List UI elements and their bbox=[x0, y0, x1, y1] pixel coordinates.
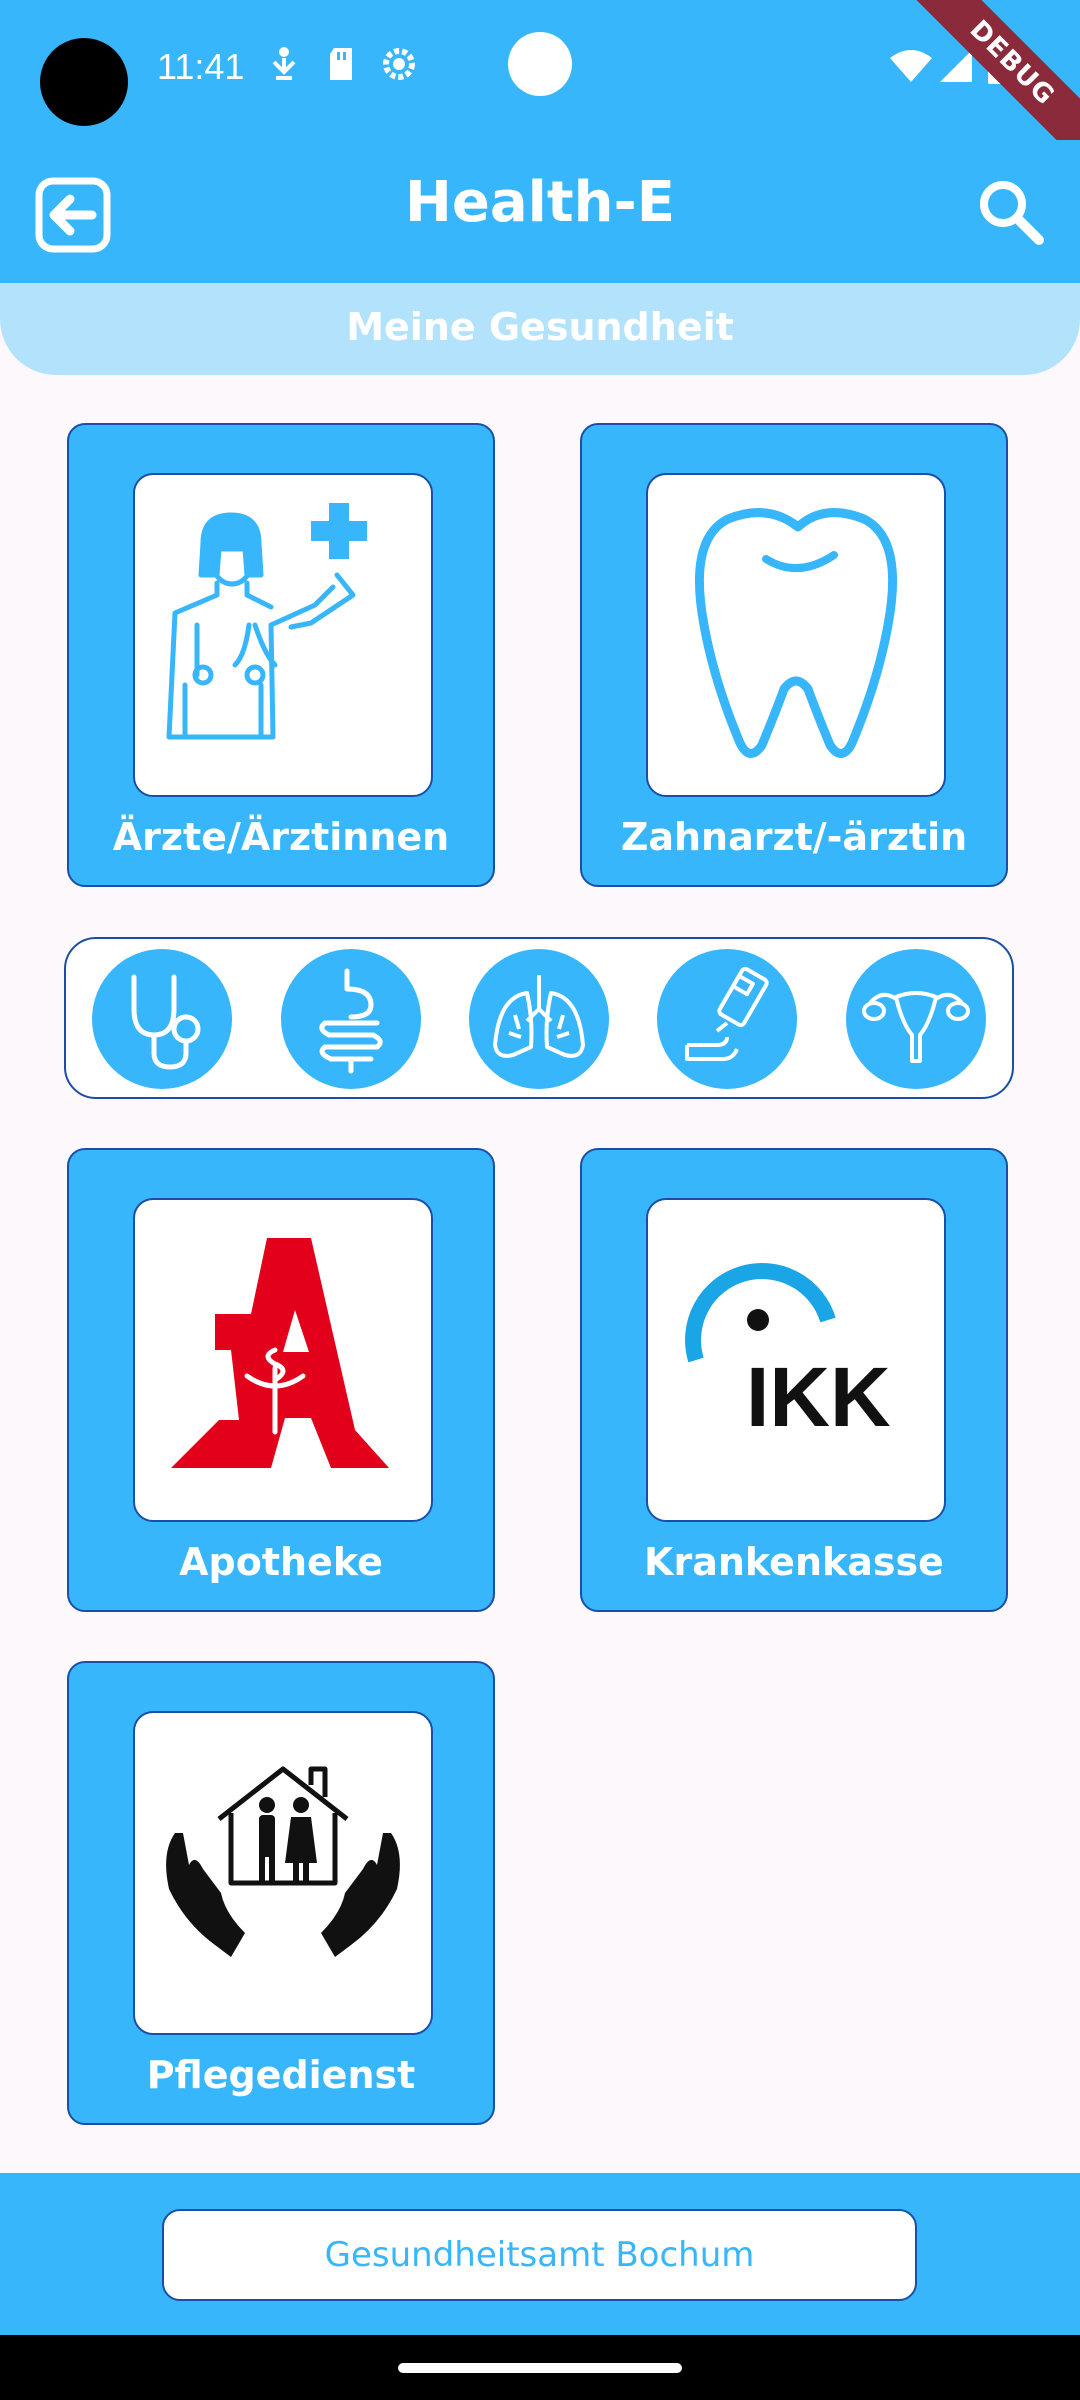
doctors-card-image bbox=[133, 473, 433, 797]
section-title: Meine Gesundheit bbox=[346, 305, 734, 349]
status-time: 11:41 bbox=[157, 46, 245, 87]
home-gesture-handle[interactable] bbox=[398, 2363, 682, 2373]
pharmacy-logo bbox=[171, 1238, 389, 1468]
insurance-card-label: Krankenkasse bbox=[644, 1540, 944, 1584]
section-header: Meine Gesundheit bbox=[0, 283, 1080, 375]
pharmacy-card-image bbox=[133, 1198, 433, 1522]
specialty-strip bbox=[64, 937, 1014, 1099]
camera-cutout bbox=[40, 38, 128, 126]
status-bar: 11:41 DEBUG bbox=[0, 0, 1080, 172]
pharmacy-card[interactable]: Apotheke bbox=[67, 1148, 495, 1612]
cellular-signal-icon bbox=[940, 50, 972, 82]
stethoscope-icon bbox=[131, 974, 201, 1070]
settings-gear-icon bbox=[383, 48, 415, 80]
sd-card-icon bbox=[330, 48, 352, 80]
lungs-icon bbox=[493, 975, 585, 1058]
app-bar: Health-E bbox=[0, 140, 1080, 283]
system-navigation-bar bbox=[0, 2335, 1080, 2400]
pharmacy-card-label: Apotheke bbox=[179, 1540, 383, 1584]
app-title: Health-E bbox=[405, 170, 675, 235]
bottom-bar: Gesundheitsamt Bochum bbox=[0, 2173, 1080, 2335]
dentist-card-image bbox=[646, 473, 946, 797]
ikk-logo-text: IKK bbox=[746, 1350, 891, 1444]
insurance-card[interactable]: IKK Krankenkasse bbox=[580, 1148, 1008, 1612]
front-camera bbox=[508, 32, 572, 96]
insurance-card-image: IKK bbox=[646, 1198, 946, 1522]
dentist-card-label: Zahnarzt/-ärztin bbox=[620, 815, 968, 859]
health-office-button[interactable]: Gesundheitsamt Bochum bbox=[162, 2209, 917, 2301]
gynecology-button[interactable] bbox=[846, 949, 986, 1089]
tooth-icon bbox=[695, 508, 897, 758]
care-service-icon bbox=[166, 1766, 400, 1957]
care-service-card[interactable]: Pflegedienst bbox=[67, 1661, 495, 2125]
doctors-card[interactable]: Ärzte/Ärztinnen bbox=[67, 423, 495, 887]
dentist-card[interactable]: Zahnarzt/-ärztin bbox=[580, 423, 1008, 887]
uterus-icon bbox=[862, 991, 970, 1063]
doctors-card-label: Ärzte/Ärztinnen bbox=[112, 815, 450, 859]
glucose-meter-icon bbox=[685, 966, 769, 1061]
stethoscope-button[interactable] bbox=[92, 949, 232, 1089]
download-icon bbox=[272, 47, 296, 80]
search-icon[interactable] bbox=[975, 176, 1047, 248]
digestive-button[interactable] bbox=[281, 949, 421, 1089]
lungs-button[interactable] bbox=[469, 949, 609, 1089]
ikk-logo: IKK bbox=[685, 1263, 891, 1444]
digestive-system-icon bbox=[319, 968, 383, 1074]
care-service-card-image bbox=[133, 1711, 433, 2035]
wifi-icon bbox=[890, 50, 932, 82]
glucose-button[interactable] bbox=[657, 949, 797, 1089]
care-service-card-label: Pflegedienst bbox=[146, 2053, 416, 2097]
doctor-icon bbox=[166, 503, 367, 740]
